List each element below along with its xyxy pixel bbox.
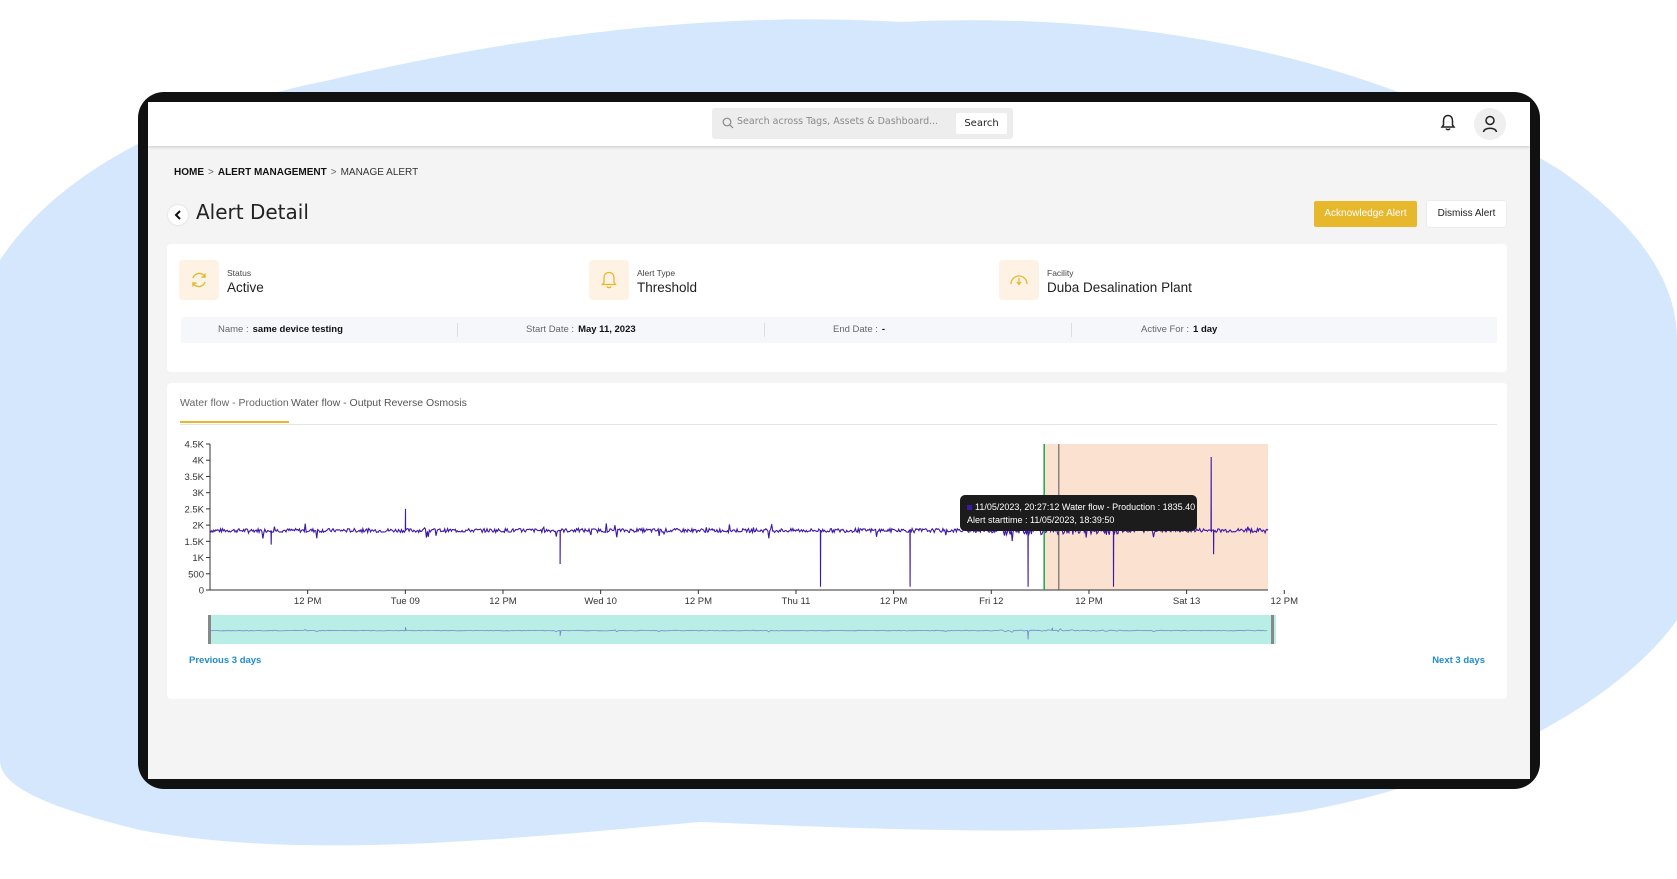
tooltip-box [960,495,1197,531]
x-tick-label: Tue 09 [391,596,420,607]
x-tick-label: 12 PM [489,596,517,607]
page-title: Alert Detail [196,200,309,224]
y-tick-label: 3.5K [184,472,204,483]
notification-bell-icon[interactable] [1440,114,1456,132]
x-tick-label: 12 PM [1271,596,1299,607]
x-tick-label: Wed 10 [584,596,617,607]
tooltip-series-marker [967,505,972,510]
facility-value: Duba Desalination Plant [1047,280,1192,295]
alert-summary-card: Status Active Alert Type Threshold Facil… [167,244,1507,372]
y-tick-label: 1K [192,553,204,564]
gauge-icon-box [999,260,1039,300]
breadcrumb-current: MANAGE ALERT [340,167,419,178]
divider [457,323,458,337]
x-tick-label: Fri 12 [979,596,1003,607]
user-avatar[interactable] [1474,108,1506,140]
gauge-icon [1010,275,1028,286]
y-tick-label: 500 [188,569,204,580]
y-tick-label: 2K [192,521,204,532]
info-name: Name : same device testing [218,324,343,335]
y-tick-label: 0 [199,586,204,597]
chevron-left-icon [174,210,181,220]
y-tick-label: 3K [192,488,204,499]
search-button[interactable]: Search [956,113,1007,134]
navigator-left-handle [208,615,211,644]
info-start-date: Start Date : May 11, 2023 [526,324,636,335]
info-end-date: End Date :- [833,324,886,335]
x-tick-label: 12 PM [685,596,713,607]
water-flow-chart[interactable]: 0 500 1K 1.5K 2K 2.5K 3K 3.5K 4K 4.5K 12 PM Tue 09 1… [167,383,1507,653]
tooltip-line-2: Alert starttime : 11/05/2023, 18:39:50 [967,515,1114,525]
alert-type-value: Threshold [637,280,698,295]
bell-icon-box [589,260,629,300]
alert-type-label: Alert Type [637,268,676,278]
navigator-track [208,615,1276,644]
next-3-days-link[interactable]: Next 3 days [1432,655,1485,666]
navigator-right-handle [1271,615,1274,644]
global-search[interactable]: Search across Tags, Assets & Dashboard..… [712,108,1013,139]
chart-card: Water flow - Production Water flow - Out… [167,383,1507,699]
info-name-value: same device testing [252,324,343,335]
info-active-for: Active For :1 day [1141,324,1218,335]
breadcrumb-alert-management[interactable]: ALERT MANAGEMENT [218,167,327,178]
x-tick-label: 12 PM [294,596,322,607]
back-button[interactable] [168,205,188,225]
dismiss-alert-button[interactable]: Dismiss Alert [1427,201,1506,227]
facility-label: Facility [1047,268,1074,278]
breadcrumb: HOME > ALERT MANAGEMENT > MANAGE ALERT [174,167,419,178]
y-tick-label: 2.5K [184,504,204,515]
divider [1071,323,1072,337]
y-tick-label: 4K [192,456,204,467]
bell-icon [601,271,617,289]
app-screen: Search across Tags, Assets & Dashboard..… [148,102,1530,779]
alert-info-bar: Name : same device testing Start Date : Ma… [181,317,1497,343]
user-icon [1482,115,1498,133]
divider [764,323,765,337]
refresh-icon [192,272,206,288]
refresh-icon-box [179,260,219,300]
x-tick-label: Thu 11 [782,596,811,607]
info-start-value: May 11, 2023 [578,324,636,335]
status-label: Status [227,268,252,278]
x-tick-label: 12 PM [1075,596,1103,607]
y-tick-label: 1.5K [184,537,204,548]
tooltip-line-1: 11/05/2023, 20:27:12 Water flow - Produc… [975,502,1195,512]
info-end-value: - [881,324,886,335]
status-value: Active [227,280,264,295]
top-bar: Search across Tags, Assets & Dashboard..… [148,102,1530,146]
info-active-value: 1 day [1193,324,1218,335]
search-input[interactable]: Search across Tags, Assets & Dashboard..… [737,116,938,127]
y-tick-label: 4.5K [184,440,204,451]
acknowledge-alert-button[interactable]: Acknowledge Alert [1314,201,1417,227]
x-tick-label: Sat 13 [1173,596,1200,607]
x-tick-label: 12 PM [880,596,908,607]
breadcrumb-home[interactable]: HOME [174,167,204,178]
search-icon [722,117,734,129]
previous-3-days-link[interactable]: Previous 3 days [189,655,261,666]
